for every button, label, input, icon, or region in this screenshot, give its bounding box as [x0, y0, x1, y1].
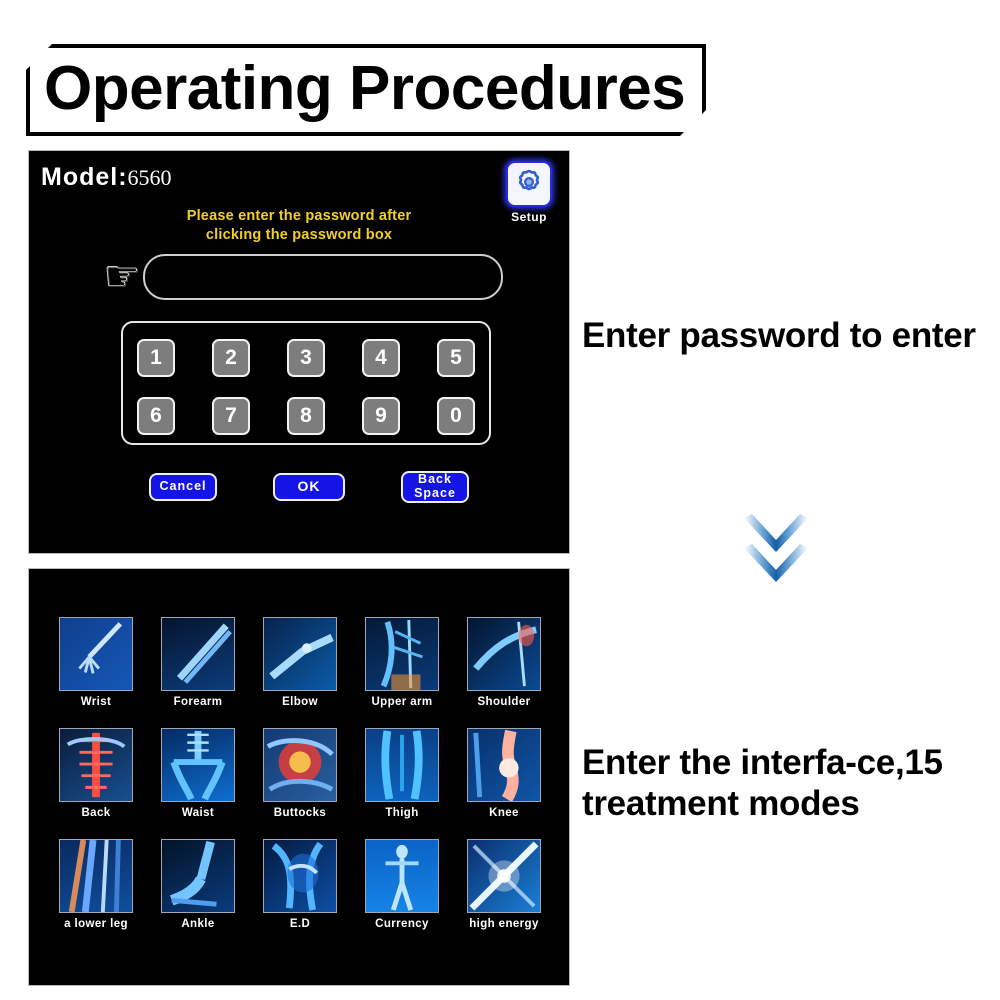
keypad-row-1: 1 2 3 4 5: [137, 339, 475, 377]
mode-label: high energy: [469, 918, 539, 930]
mode-label: Ankle: [181, 918, 215, 930]
password-screen-panel: Model: 6560 Setup Please enter the passw…: [28, 150, 570, 554]
keypad-row-2: 6 7 8 9 0: [137, 397, 475, 435]
mode-item-e-d[interactable]: E.D: [249, 839, 351, 930]
mode-label: Back: [81, 807, 111, 819]
ok-button[interactable]: OK: [273, 473, 345, 501]
backspace-button[interactable]: Back Space: [401, 471, 469, 503]
caption-enter-password: Enter password to enter: [582, 316, 976, 355]
treatment-modes-grid: Wrist Forearm Elbow Upper arm Shoulder Back Wa…: [45, 617, 555, 930]
model-line: Model: 6560: [41, 163, 172, 192]
key-5[interactable]: 5: [437, 339, 475, 377]
mode-item-back[interactable]: Back: [45, 728, 147, 819]
mode-item-shoulder[interactable]: Shoulder: [453, 617, 555, 708]
password-hint-line2: clicking the password box: [205, 227, 393, 244]
caption-enter-interface: Enter the interfa-ce,15 treatment modes: [582, 743, 943, 824]
mode-thumbnail-icon: [467, 728, 541, 802]
key-2[interactable]: 2: [212, 339, 250, 377]
mode-item-a-lower-leg[interactable]: a lower leg: [45, 839, 147, 930]
chevron-down-icon-2: [744, 544, 808, 582]
mode-label: a lower leg: [64, 918, 128, 930]
model-label: Model:: [41, 163, 128, 191]
mode-label: Knee: [489, 807, 519, 819]
password-hint-line1: Please enter the password after: [186, 208, 412, 224]
mode-thumbnail-icon: [161, 728, 235, 802]
password-hint: Please enter the password after clicking…: [29, 207, 569, 245]
mode-label: Waist: [181, 807, 215, 819]
mode-item-buttocks[interactable]: Buttocks: [249, 728, 351, 819]
key-4[interactable]: 4: [362, 339, 400, 377]
password-action-buttons: Cancel OK Back Space: [149, 471, 469, 503]
key-6[interactable]: 6: [137, 397, 175, 435]
mode-item-high-energy[interactable]: high energy: [453, 839, 555, 930]
mode-label: Buttocks: [273, 807, 327, 819]
mode-label: Shoulder: [477, 696, 531, 708]
treatment-modes-panel: Wrist Forearm Elbow Upper arm Shoulder Back Wa…: [28, 568, 570, 986]
mode-item-forearm[interactable]: Forearm: [147, 617, 249, 708]
mode-item-currency[interactable]: Currency: [351, 839, 453, 930]
password-input[interactable]: [142, 254, 503, 300]
page-root: Operating Procedures Model: 6560 Setup P…: [0, 0, 1000, 1000]
key-1[interactable]: 1: [137, 339, 175, 377]
mode-thumbnail-icon: [161, 839, 235, 913]
mode-item-upper-arm[interactable]: Upper arm: [351, 617, 453, 708]
backspace-label-line1: Back: [418, 472, 452, 487]
mode-thumbnail-icon: [59, 728, 133, 802]
mode-thumbnail-icon: [59, 617, 133, 691]
numeric-keypad: 1 2 3 4 5 6 7 8 9 0: [121, 321, 491, 445]
cancel-button[interactable]: Cancel: [149, 473, 217, 501]
mode-thumbnail-icon: [263, 839, 337, 913]
mode-label: E.D: [289, 918, 311, 930]
mode-thumbnail-icon: [59, 839, 133, 913]
model-value: 6560: [127, 165, 172, 190]
mode-thumbnail-icon: [263, 728, 337, 802]
mode-thumbnail-icon: [467, 617, 541, 691]
mode-thumbnail-icon: [467, 839, 541, 913]
pointing-hand-icon: ☞: [103, 252, 141, 299]
mode-thumbnail-icon: [365, 839, 439, 913]
mode-label: Wrist: [80, 696, 112, 708]
gear-icon: [514, 167, 544, 202]
mode-thumbnail-icon: [365, 728, 439, 802]
page-title: Operating Procedures: [44, 54, 686, 124]
mode-thumbnail-icon: [161, 617, 235, 691]
backspace-label-line2: Space: [414, 486, 456, 500]
mode-thumbnail-icon: [365, 617, 439, 691]
mode-label: Thigh: [385, 807, 419, 819]
mode-item-ankle[interactable]: Ankle: [147, 839, 249, 930]
mode-item-wrist[interactable]: Wrist: [45, 617, 147, 708]
key-7[interactable]: 7: [212, 397, 250, 435]
key-3[interactable]: 3: [287, 339, 325, 377]
mode-item-elbow[interactable]: Elbow: [249, 617, 351, 708]
mode-thumbnail-icon: [263, 617, 337, 691]
mode-label: Elbow: [282, 696, 318, 708]
mode-label: Forearm: [173, 696, 223, 708]
double-chevron-down-icon: [740, 512, 840, 602]
mode-item-thigh[interactable]: Thigh: [351, 728, 453, 819]
key-9[interactable]: 9: [362, 397, 400, 435]
mode-item-waist[interactable]: Waist: [147, 728, 249, 819]
setup-tile[interactable]: [506, 161, 552, 207]
page-title-frame: Operating Procedures: [26, 44, 706, 136]
password-row: ☞: [103, 253, 503, 301]
mode-label: Upper arm: [371, 696, 433, 708]
mode-label: Currency: [375, 918, 429, 930]
key-8[interactable]: 8: [287, 397, 325, 435]
key-0[interactable]: 0: [437, 397, 475, 435]
mode-item-knee[interactable]: Knee: [453, 728, 555, 819]
